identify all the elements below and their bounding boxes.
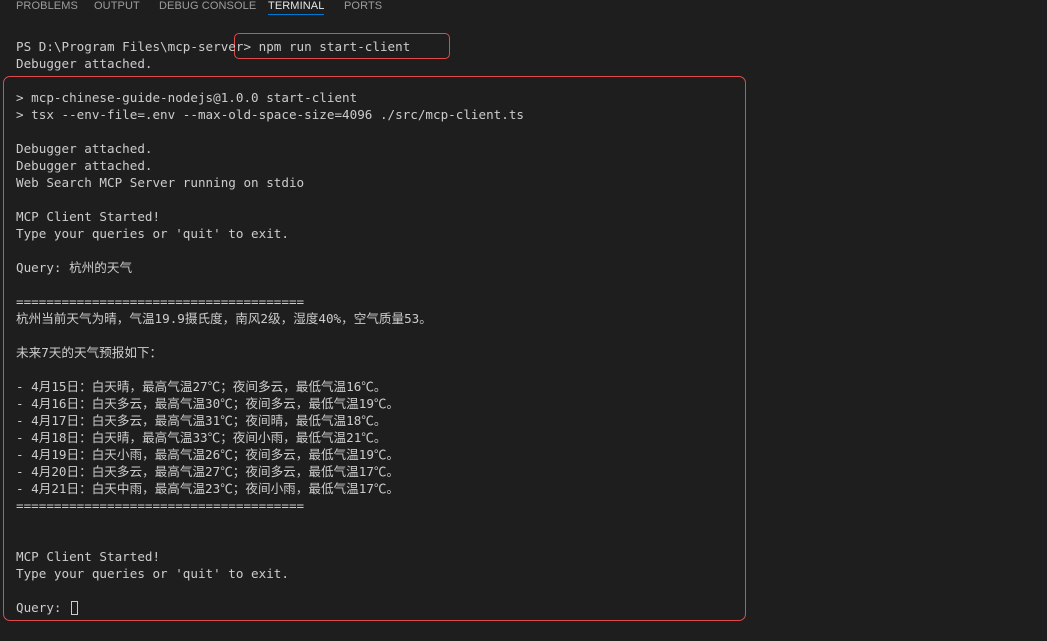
terminal-line: Type your queries or 'quit' to exit. xyxy=(16,566,289,581)
tab-output[interactable]: OUTPUT xyxy=(94,0,140,12)
terminal-line: Web Search MCP Server running on stdio xyxy=(16,175,305,190)
separator-line: ====================================== xyxy=(16,294,305,309)
forecast-line: - 4月21日：白天中雨，最高气温23℃；夜间小雨，最低气温17℃。 xyxy=(16,481,400,496)
panel-tabs: PROBLEMS OUTPUT DEBUG CONSOLE TERMINAL P… xyxy=(0,0,1047,18)
query-prompt: Query: xyxy=(16,600,70,615)
terminal-line: > mcp-chinese-guide-nodejs@1.0.0 start-c… xyxy=(16,90,358,105)
text-cursor[interactable] xyxy=(71,601,79,615)
terminal-line: 杭州当前天气为晴，气温19.9摄氏度，南风2级，湿度40%，空气质量53。 xyxy=(16,311,432,326)
terminal-line: Type your queries or 'quit' to exit. xyxy=(16,226,289,241)
tab-debug-console[interactable]: DEBUG CONSOLE xyxy=(159,0,256,12)
forecast-line: - 4月20日：白天多云，最高气温27℃；夜间多云，最低气温17℃。 xyxy=(16,464,400,479)
separator-line: ====================================== xyxy=(16,498,305,513)
terminal-line: MCP Client Started! xyxy=(16,549,161,564)
shell-prompt: PS D:\Program Files\mcp-server> xyxy=(16,39,252,54)
terminal-panel: PROBLEMS OUTPUT DEBUG CONSOLE TERMINAL P… xyxy=(0,0,1047,641)
forecast-line: - 4月18日：白天晴，最高气温33℃；夜间小雨，最低气温21℃。 xyxy=(16,430,387,445)
prompt-line: PS D:\Program Files\mcp-server> npm run … xyxy=(16,38,410,55)
forecast-line: - 4月17日：白天多云，最高气温31℃；夜间晴，最低气温18℃。 xyxy=(16,413,387,428)
forecast-line: - 4月16日：白天多云，最高气温30℃；夜间多云，最低气温19℃。 xyxy=(16,396,400,411)
terminal-line: Debugger attached. xyxy=(16,141,153,156)
terminal-line: MCP Client Started! xyxy=(16,209,161,224)
terminal-line: 未来7天的天气预报如下： xyxy=(16,345,163,360)
tab-terminal[interactable]: TERMINAL xyxy=(268,0,325,15)
tab-ports[interactable]: PORTS xyxy=(344,0,382,12)
terminal-line: Debugger attached. xyxy=(16,56,153,71)
terminal-line: Query: 杭州的天气 xyxy=(16,260,133,275)
forecast-line: - 4月19日：白天小雨，最高气温26℃；夜间多云，最低气温19℃。 xyxy=(16,447,400,462)
typed-command: npm run start-client xyxy=(251,39,411,54)
terminal-line: Debugger attached. xyxy=(16,158,153,173)
terminal-output[interactable]: PS D:\Program Files\mcp-server> npm run … xyxy=(16,38,524,615)
input-line[interactable]: Query: xyxy=(16,599,79,616)
forecast-line: - 4月15日：白天晴，最高气温27℃；夜间多云，最低气温16℃。 xyxy=(16,379,387,394)
terminal-line: > tsx --env-file=.env --max-old-space-si… xyxy=(16,107,524,122)
tab-problems[interactable]: PROBLEMS xyxy=(16,0,78,12)
